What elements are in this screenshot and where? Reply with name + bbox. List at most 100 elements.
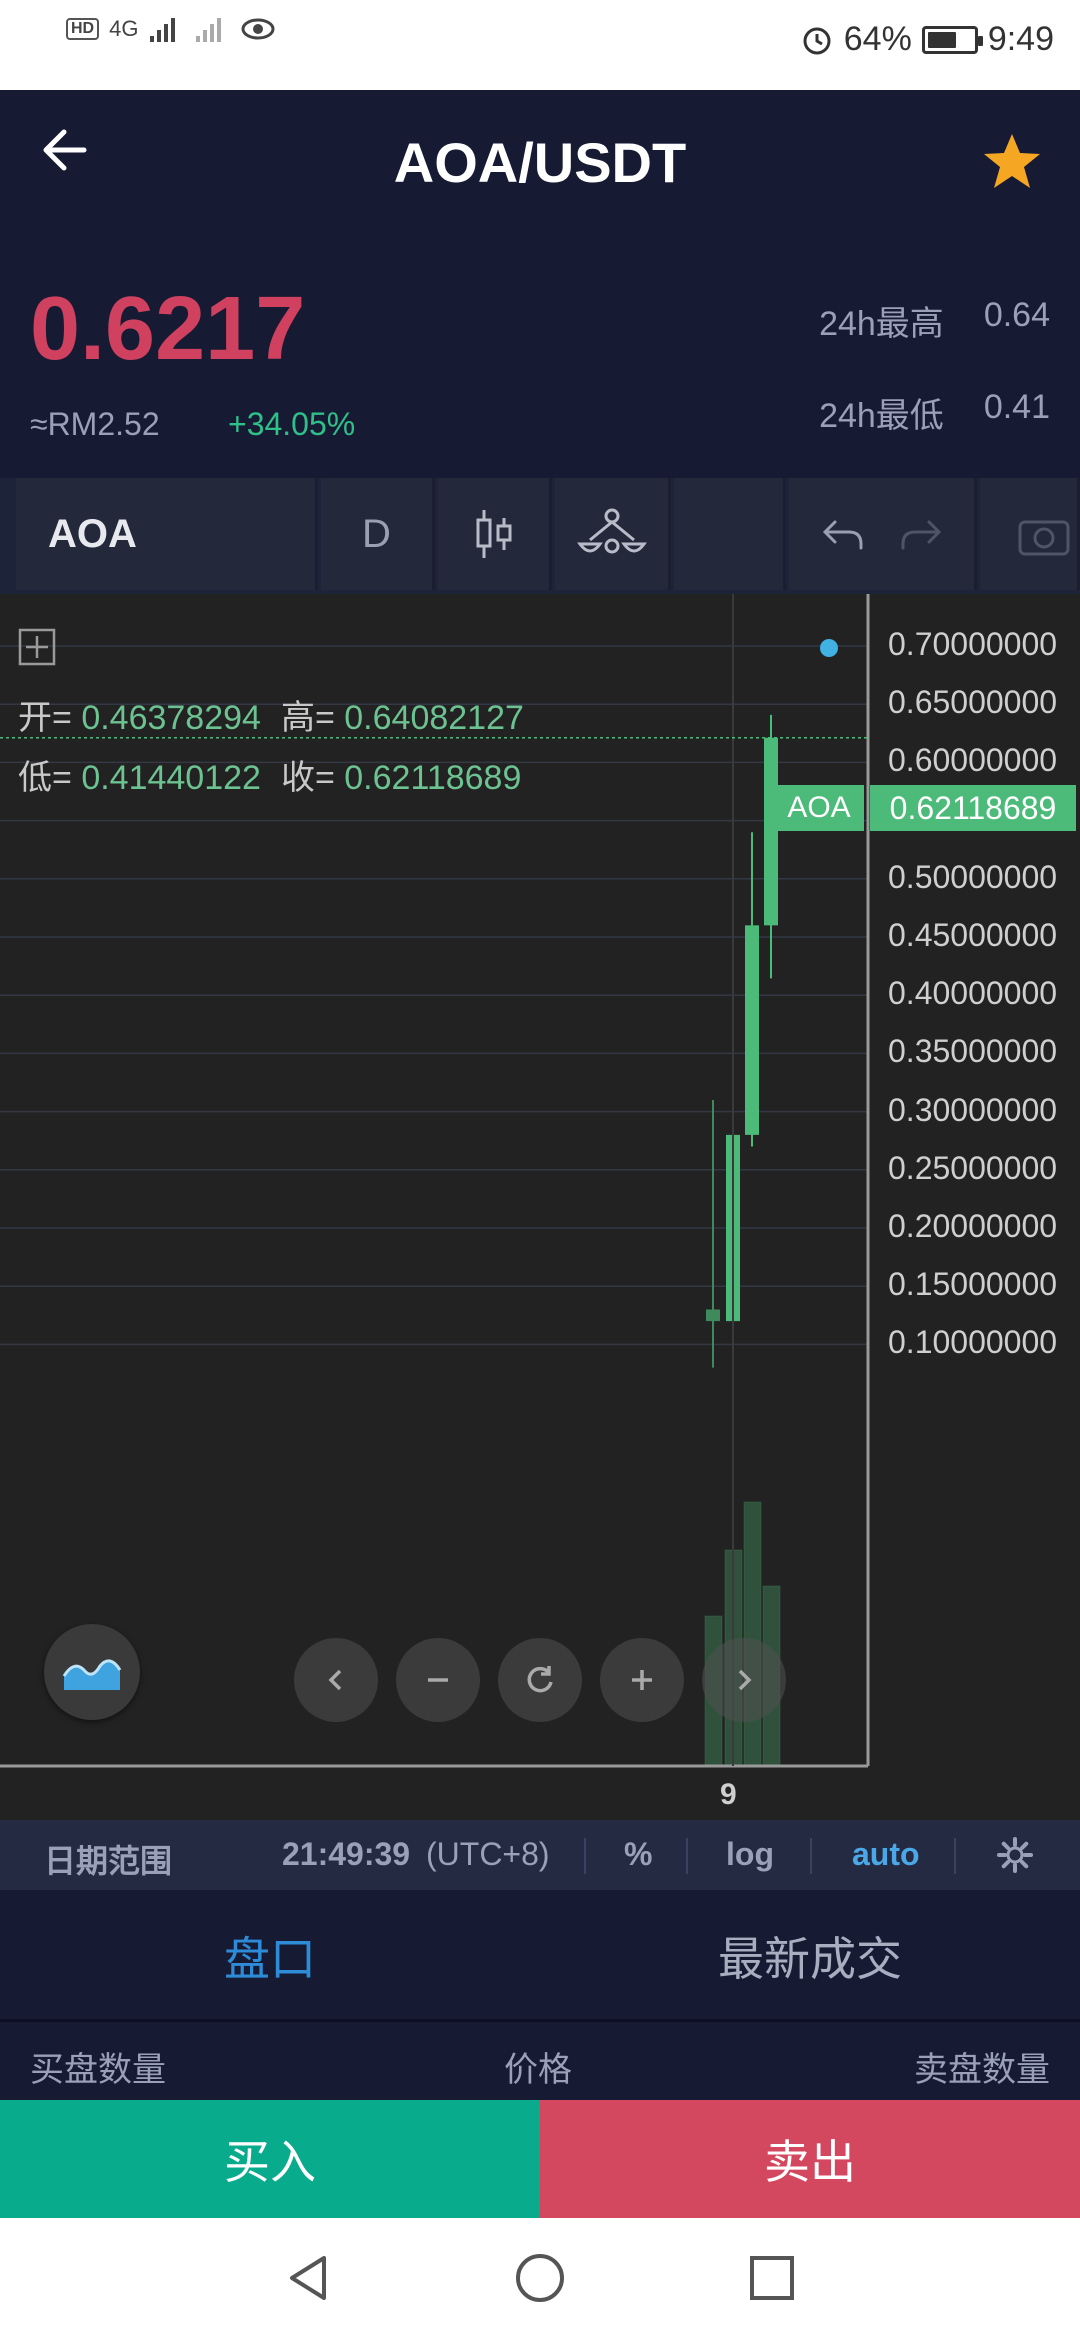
candlestick-icon: [476, 510, 511, 558]
status-bar: HD 4G 64% 9:49: [0, 0, 1080, 90]
chart-type-button[interactable]: [44, 1624, 140, 1720]
zoom-in-button[interactable]: [600, 1638, 684, 1722]
price-summary: 0.6217 ≈RM2.52 +34.05% 24h最高 0.64 24h最低 …: [0, 238, 1080, 478]
low-label: 低=: [18, 759, 72, 797]
undo-redo-group: [789, 478, 977, 590]
indicators-button[interactable]: [555, 478, 671, 590]
interval-button[interactable]: D: [321, 478, 435, 590]
candle-body: [764, 737, 778, 926]
stat-low-value: 0.41: [983, 388, 1050, 426]
chart-toolbar: AOA D: [0, 478, 1080, 594]
market-tabs: 盘口 最新成交: [0, 1890, 1080, 2022]
y-tick-label: 0.65000000: [888, 684, 1058, 721]
percent-scale-button[interactable]: %: [624, 1836, 652, 1873]
live-indicator-dot: [820, 639, 838, 657]
nav-back-icon[interactable]: [278, 2248, 338, 2308]
y-tick-label: 0.40000000: [888, 975, 1058, 1012]
timezone-button[interactable]: (UTC+8): [426, 1836, 550, 1873]
sell-button[interactable]: 卖出: [540, 2100, 1080, 2218]
network-label: 4G: [109, 16, 139, 41]
scroll-left-button[interactable]: [294, 1638, 378, 1722]
chart-footer-bar: 日期范围 21:49:39 (UTC+8) % log auto: [0, 1820, 1080, 1890]
stat-high-label: 24h最高: [819, 305, 944, 343]
orderbook-header: 买盘数量 价格 卖盘数量: [0, 2022, 1080, 2100]
nav-home-icon[interactable]: [510, 2248, 570, 2308]
price-chart[interactable]: 开= 0.46378294 高= 0.64082127 低= 0.41440122…: [0, 594, 1080, 1820]
status-right-icons: 64% 9:49: [800, 20, 1054, 59]
bid-quantity-header: 买盘数量: [30, 2051, 166, 2089]
last-price: 0.6217: [30, 279, 306, 379]
volume-bar: [743, 1501, 762, 1767]
status-left-icons: HD 4G: [66, 14, 276, 44]
reset-chart-button[interactable]: [498, 1638, 582, 1722]
y-tick-label: 0.60000000: [888, 742, 1058, 779]
series-symbol-tag: AOA: [774, 785, 864, 831]
chevron-left-icon: [328, 1669, 342, 1691]
eye-icon: [241, 18, 275, 40]
stat-high-value: 0.64: [983, 296, 1050, 334]
y-tick-label: 0.20000000: [888, 1208, 1058, 1244]
app-header: AOA/USDT: [0, 90, 1080, 238]
redo-icon[interactable]: [899, 514, 943, 554]
y-tick-label: 0.50000000: [888, 858, 1058, 895]
star-icon[interactable]: [980, 130, 1044, 194]
footer-divider: [810, 1838, 812, 1874]
volume-series: [704, 1501, 781, 1767]
y-tick-label: 0.70000000: [888, 626, 1058, 662]
y-tick-label: 0.35000000: [888, 1033, 1058, 1070]
battery-icon: [921, 25, 983, 54]
open-value: 0.46378294: [81, 699, 261, 737]
indicator-icon: [576, 508, 647, 554]
signal-icon: [150, 18, 176, 42]
high-value: 0.64082127: [344, 699, 524, 737]
tab-latest-trades[interactable]: 最新成交: [540, 1890, 1080, 2022]
page-title: AOA/USDT: [393, 131, 687, 194]
fiat-price: ≈RM2.52: [30, 406, 160, 442]
low-value: 0.41440122: [81, 759, 261, 797]
hd-badge: HD: [66, 18, 100, 40]
footer-divider: [584, 1838, 586, 1874]
y-tick-label: 0.15000000: [888, 1266, 1058, 1303]
clock-time: 21:49:39: [282, 1836, 411, 1872]
change-percent: +34.05%: [228, 406, 356, 442]
scroll-right-button[interactable]: [702, 1638, 786, 1722]
ask-quantity-header: 卖盘数量: [914, 2051, 1050, 2089]
last-price-tag: 0.62118689: [870, 785, 1076, 831]
zoom-out-button[interactable]: [396, 1638, 480, 1722]
x-axis-label: 9: [720, 1778, 737, 1811]
chart-style-button[interactable]: [438, 478, 552, 590]
log-scale-button[interactable]: log: [726, 1836, 774, 1873]
open-label: 开=: [18, 699, 72, 737]
ohlc-row-1: 开= 0.46378294 高= 0.64082127: [18, 688, 524, 748]
price-header: 价格: [504, 2051, 572, 2089]
symbol-search-button[interactable]: AOA: [16, 478, 318, 590]
plus-icon: [632, 1670, 652, 1690]
candle-body: [706, 1309, 720, 1322]
close-label: 收=: [280, 759, 335, 797]
tab-orderbook[interactable]: 盘口: [0, 1890, 540, 2022]
candle-body: [745, 925, 759, 1135]
signal-weak-icon: [196, 18, 222, 42]
gear-icon[interactable]: [996, 1836, 1034, 1874]
undo-icon[interactable]: [821, 514, 865, 554]
date-range-button[interactable]: 日期范围: [44, 1836, 172, 1882]
y-tick-label: 0.30000000: [888, 1091, 1058, 1128]
candle-series: [706, 714, 778, 1368]
footer-divider: [686, 1838, 688, 1874]
minus-icon: [428, 1678, 448, 1682]
auto-scale-button[interactable]: auto: [852, 1836, 920, 1873]
y-tick-label: 0.10000000: [888, 1324, 1058, 1361]
stat-low-label: 24h最低: [819, 397, 944, 435]
ohlc-legend: 开= 0.46378294 高= 0.64082127 低= 0.41440122…: [18, 688, 524, 808]
add-indicator-icon[interactable]: [18, 628, 56, 666]
stat-24h-low: 24h最低 0.41: [819, 388, 1050, 437]
footer-divider: [954, 1838, 956, 1874]
camera-icon: [1018, 520, 1070, 556]
refresh-icon: [527, 1666, 553, 1693]
chevron-right-icon: [738, 1669, 752, 1691]
alarm-icon: [803, 27, 831, 54]
system-navigation-bar: [0, 2218, 1080, 2340]
screenshot-button[interactable]: [980, 478, 1080, 590]
nav-recents-icon[interactable]: [742, 2248, 802, 2308]
buy-button[interactable]: 买入: [0, 2100, 540, 2218]
